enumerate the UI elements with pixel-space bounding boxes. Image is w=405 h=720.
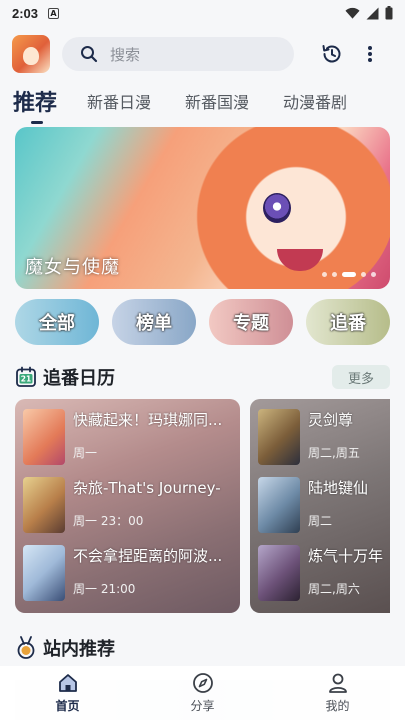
signal-icon [366, 7, 379, 19]
status-bar: 2:03 A [0, 0, 405, 26]
calendar-item[interactable]: 不会拿捏距离的阿波... 周一 21:00 [23, 545, 231, 601]
category-tabs: 推荐 新番日漫 新番国漫 动漫番剧 [0, 82, 405, 124]
search-placeholder: 搜索 [110, 45, 141, 64]
search-bar[interactable]: 搜索 [62, 37, 294, 71]
history-icon [322, 45, 341, 63]
anime-cover [258, 477, 300, 533]
anime-cover [23, 477, 65, 533]
anime-schedule: 周一 23：00 [73, 514, 144, 528]
anime-title: 快藏起来！玛琪娜同... [73, 411, 223, 429]
calendar-item[interactable]: 炼气十万年 周二,周六 [258, 545, 386, 601]
tab-anime-series[interactable]: 动漫番剧 [283, 89, 347, 113]
anime-cover [258, 545, 300, 601]
notification-icon: A [48, 7, 60, 19]
anime-schedule: 周一 [73, 446, 98, 460]
quick-link-topics[interactable]: 专题 [209, 299, 293, 345]
carousel-dot[interactable] [361, 272, 366, 277]
tab-recommend[interactable]: 推荐 [13, 85, 57, 124]
anime-cover [23, 409, 65, 465]
anime-title: 灵剑尊 [308, 411, 354, 429]
search-icon [81, 46, 98, 63]
anime-title: 杂旅-That's Journey- [73, 479, 221, 497]
nav-profile-label: 我的 [325, 699, 350, 713]
history-button[interactable] [320, 42, 344, 66]
home-icon [58, 674, 77, 692]
carousel-dot[interactable] [322, 272, 327, 277]
quick-link-all[interactable]: 全部 [15, 299, 99, 345]
calendar-item[interactable]: 快藏起来！玛琪娜同... 周一 [23, 409, 231, 465]
anime-title: 不会拿捏距离的阿波... [73, 547, 223, 565]
carousel-dot[interactable] [371, 272, 376, 277]
calendar-item[interactable]: 灵剑尊 周二,周五 [258, 409, 386, 465]
anime-cover [23, 545, 65, 601]
carousel-dot[interactable] [332, 272, 337, 277]
tab-new-chinese[interactable]: 新番国漫 [185, 89, 249, 113]
more-vertical-icon [368, 46, 372, 62]
battery-icon [385, 6, 393, 20]
nav-share[interactable]: 分享 [135, 666, 270, 720]
nav-home[interactable]: 首页 [0, 666, 135, 720]
anime-schedule: 周二,周五 [308, 446, 360, 460]
carousel-dot-active[interactable] [342, 272, 356, 277]
anime-schedule: 周二 [308, 514, 333, 528]
anime-title: 陆地键仙 [308, 479, 369, 497]
quick-link-following[interactable]: 追番 [306, 299, 390, 345]
calendar-card-monday: 快藏起来！玛琪娜同... 周一 杂旅-That's Journey- 周一 23… [15, 399, 240, 613]
banner-artwork-detail [263, 193, 291, 223]
anime-schedule: 周二,周六 [308, 582, 360, 596]
calendar-icon: 21 [16, 366, 36, 387]
quick-links: 全部 榜单 专题 追番 [15, 299, 390, 345]
banner-carousel[interactable]: 魔女与使魔 [15, 127, 390, 289]
top-bar: 搜索 [0, 32, 405, 76]
recommend-header: 站内推荐 [15, 634, 390, 662]
calendar-title: 追番日历 [43, 368, 115, 389]
nav-home-label: 首页 [55, 699, 80, 713]
calendar-header: 21 追番日历 更多 [15, 363, 390, 391]
avatar[interactable] [12, 35, 50, 73]
recommend-title: 站内推荐 [43, 639, 115, 660]
anime-schedule: 周一 21:00 [73, 582, 136, 596]
more-menu-button[interactable] [362, 42, 378, 66]
calendar-item[interactable]: 陆地键仙 周二 [258, 477, 386, 533]
tab-new-japanese[interactable]: 新番日漫 [87, 89, 151, 113]
calendar-item[interactable]: 杂旅-That's Journey- 周一 23：00 [23, 477, 231, 533]
anime-title: 炼气十万年 [308, 547, 384, 565]
nav-profile[interactable]: 我的 [270, 666, 405, 720]
status-time: 2:03 [12, 5, 39, 21]
banner-title: 魔女与使魔 [25, 257, 120, 278]
quick-link-ranking[interactable]: 榜单 [112, 299, 196, 345]
bottom-navigation: 首页 分享 我的 [0, 666, 405, 720]
anime-cover [258, 409, 300, 465]
calendar-more-button[interactable]: 更多 [332, 365, 390, 389]
user-icon [328, 673, 347, 693]
compass-icon [192, 673, 213, 693]
carousel-indicator [322, 272, 376, 277]
wifi-icon [345, 7, 360, 19]
calendar-card-tuesday: 灵剑尊 周二,周五 陆地键仙 周二 炼气十万年 周二,周六 [250, 399, 390, 613]
medal-icon [17, 636, 35, 659]
nav-share-label: 分享 [190, 699, 215, 713]
svg-text:21: 21 [21, 375, 31, 384]
